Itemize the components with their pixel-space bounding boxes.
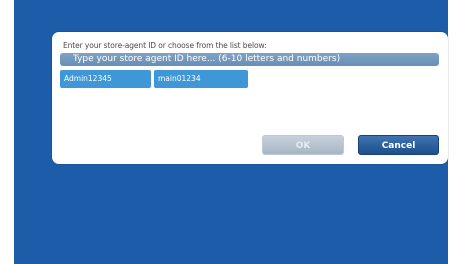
agent-item-admin12345[interactable]: Admin12345 <box>60 70 151 88</box>
ok-button[interactable]: OK <box>262 135 344 155</box>
agent-id-input[interactable] <box>60 53 439 66</box>
app-background: Enter your store-agent ID or choose from… <box>14 0 448 264</box>
dialog-prompt: Enter your store-agent ID or choose from… <box>63 41 267 50</box>
agent-id-dialog: Enter your store-agent ID or choose from… <box>52 32 448 164</box>
agent-item-main01234[interactable]: main01234 <box>154 70 248 88</box>
cancel-button[interactable]: Cancel <box>358 135 439 155</box>
